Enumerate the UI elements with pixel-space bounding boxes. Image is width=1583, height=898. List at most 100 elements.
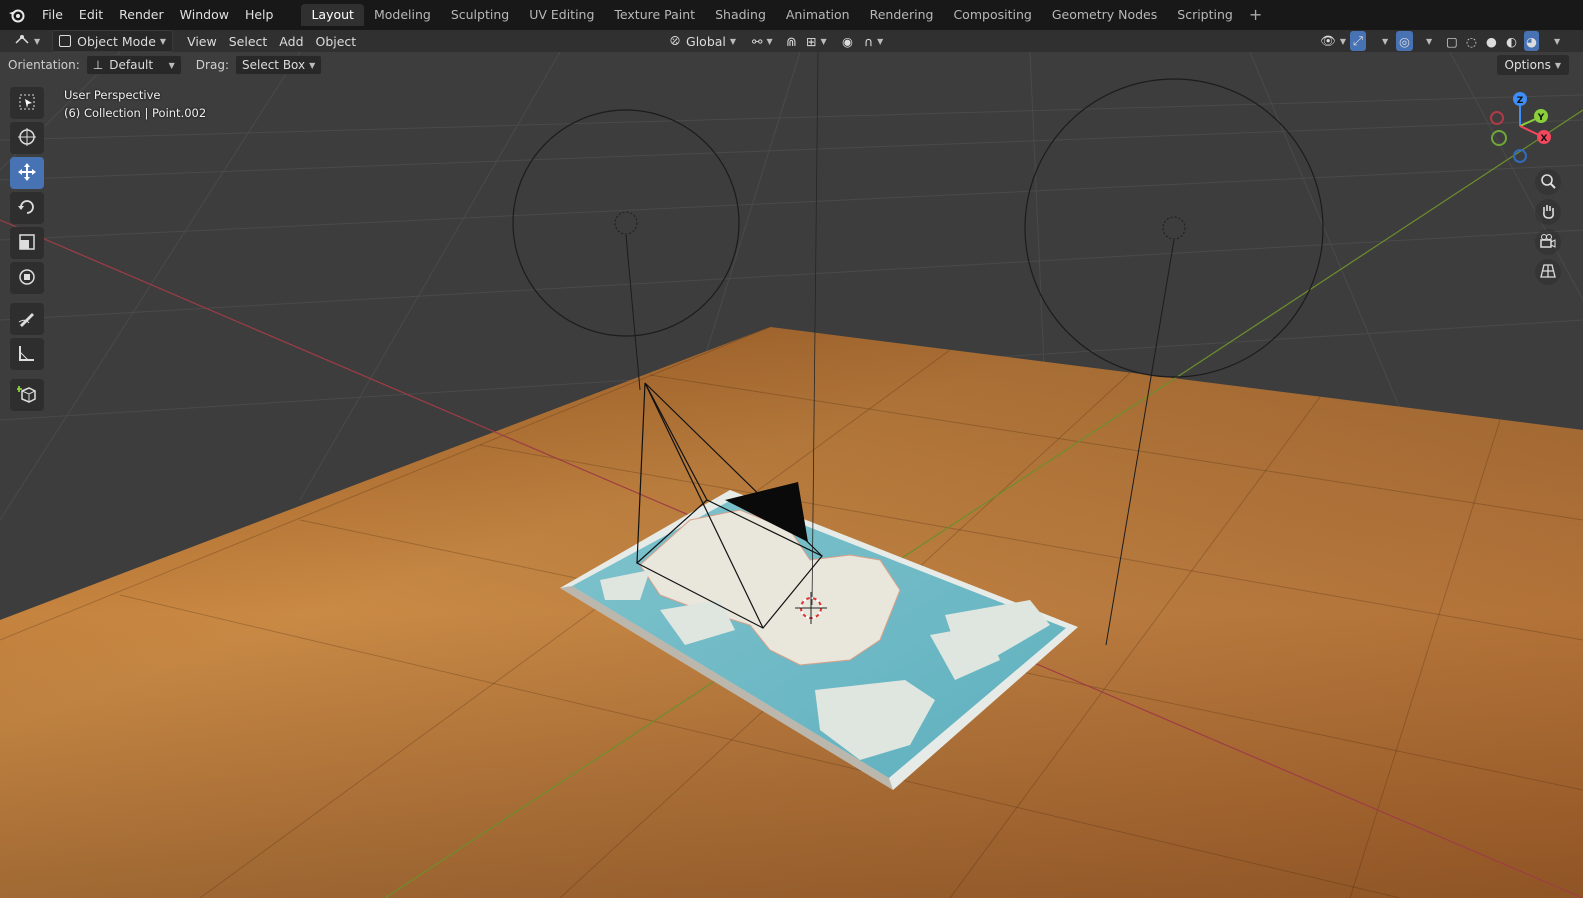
light-radius-left[interactable] [512,109,740,337]
tab-texture-paint[interactable]: Texture Paint [604,4,705,26]
cursor-icon [17,127,37,150]
view-perspective-label: User Perspective [64,88,161,102]
wireframe-sphere-icon: ◌ [1466,33,1477,49]
navigation-gizmo[interactable]: Z Y X [1483,88,1563,168]
tool-cursor[interactable] [10,122,44,154]
transform-orientation-dropdown[interactable]: ⦼ Global ▼ [664,31,742,51]
chevron-down-icon: ▼ [168,60,175,70]
add-workspace-button[interactable]: + [1243,4,1268,26]
orientation-icon: ⊥ [92,58,104,72]
shading-material[interactable]: ◐ [1504,31,1519,51]
3d-viewport[interactable] [0,52,1583,898]
tab-scripting[interactable]: Scripting [1167,4,1243,26]
left-toolbar [10,87,46,414]
gizmo-toggle[interactable]: ⤢ [1350,31,1367,51]
menu-edit[interactable]: Edit [71,4,111,26]
falloff-curve-icon: ∩ [864,33,874,49]
orientation-label: Orientation: [8,58,80,72]
tool-add-cube[interactable] [10,379,44,411]
tab-modeling[interactable]: Modeling [364,4,441,26]
pivot-icon: ⚯ [752,33,763,49]
shading-dropdown[interactable]: ▼ [1544,31,1566,51]
magnet-icon: ⋒ [786,33,797,49]
chevron-down-icon: ▼ [1339,36,1347,46]
menu-window[interactable]: Window [172,4,237,26]
zoom-button[interactable] [1535,169,1561,195]
options-button[interactable]: Options ▼ [1496,55,1569,75]
tool-select-box[interactable] [10,87,44,119]
viewport-scene [0,52,1583,898]
camera-view-button[interactable] [1535,229,1561,255]
eye-icon: 👁 [1320,33,1336,48]
orientation-dropdown[interactable]: ⊥ Default ▼ [85,55,182,75]
tool-transform[interactable] [10,262,44,294]
orientation-value: Default [109,58,154,72]
pan-button[interactable] [1535,199,1561,225]
add-cube-icon [16,384,37,407]
select-box-icon [18,93,36,114]
tab-compositing[interactable]: Compositing [943,4,1041,26]
tab-shading[interactable]: Shading [705,4,776,26]
chevron-down-icon: ▼ [159,36,167,46]
tab-animation[interactable]: Animation [776,4,860,26]
menu-add[interactable]: Add [273,31,309,51]
transform-icon [17,267,37,290]
menu-object[interactable]: Object [310,31,363,51]
shading-wireframe[interactable]: ◌ [1464,31,1479,51]
chevron-down-icon: ▼ [34,36,41,46]
rendered-sphere-icon: ◕ [1526,33,1537,49]
drag-value: Select Box [241,58,306,72]
light-radius-right[interactable] [1024,78,1324,378]
editor-type-button[interactable]: ▼ [8,31,46,51]
snap-target-button[interactable]: ⊞ ▼ [800,31,833,51]
tool-measure[interactable] [10,338,44,370]
chevron-down-icon: ▼ [766,36,773,46]
tab-layout[interactable]: Layout [301,4,364,26]
shading-rendered[interactable]: ◕ [1524,31,1539,51]
snap-increment-icon: ⊞ [806,33,817,49]
tool-rotate[interactable] [10,192,44,224]
gizmo-y-label: Y [1537,113,1545,123]
proportional-edit-icon: ◉ [842,33,853,49]
pivot-point-button[interactable]: ⚯ ▼ [746,31,779,51]
tab-rendering[interactable]: Rendering [860,4,944,26]
hand-icon [1540,203,1556,222]
chevron-down-icon: ▼ [1554,36,1561,46]
overlays-dropdown[interactable]: ▼ [1416,31,1438,51]
xray-toggle[interactable]: ▢ [1440,31,1464,51]
tab-geometry-nodes[interactable]: Geometry Nodes [1042,4,1167,26]
overlays-toggle[interactable]: ◎ [1396,31,1413,51]
chevron-down-icon: ▼ [877,36,884,46]
perspective-toggle-button[interactable] [1535,259,1561,285]
rotate-icon [17,197,37,220]
chevron-down-icon: ▼ [309,60,316,70]
drag-label: Drag: [195,58,229,72]
menu-help[interactable]: Help [237,4,282,26]
proportional-edit-toggle[interactable]: ◉ [836,31,859,51]
visibility-button[interactable]: 👁 ▼ [1314,31,1352,51]
tool-annotate[interactable] [10,303,44,335]
active-object-label: (6) Collection | Point.002 [64,106,207,120]
mode-selector[interactable]: Object Mode ▼ [52,30,174,52]
chevron-down-icon: ▼ [820,36,827,46]
drag-dropdown[interactable]: Select Box ▼ [234,55,323,75]
gizmo-dropdown[interactable]: ▼ [1372,31,1394,51]
tab-uv-editing[interactable]: UV Editing [519,4,604,26]
menu-render[interactable]: Render [111,4,172,26]
blender-logo-icon[interactable] [0,0,34,30]
tab-sculpting[interactable]: Sculpting [441,4,519,26]
menu-file[interactable]: File [34,4,71,26]
transform-orientation-label: Global [686,33,726,49]
tool-scale[interactable] [10,227,44,259]
menu-view[interactable]: View [181,31,223,51]
workspace-tabs: Layout Modeling Sculpting UV Editing Tex… [301,4,1268,26]
shading-solid[interactable]: ● [1484,31,1499,51]
proportional-falloff-button[interactable]: ∩ ▼ [858,31,889,51]
menu-select[interactable]: Select [223,31,274,51]
orientation-global-icon: ⦼ [670,33,681,48]
tool-move[interactable] [10,157,44,189]
grid-perspective-icon [1540,263,1556,282]
viewport-info: User Perspective (6) Collection | Point.… [64,86,206,122]
move-icon [17,162,37,185]
camera-icon [1539,233,1557,252]
